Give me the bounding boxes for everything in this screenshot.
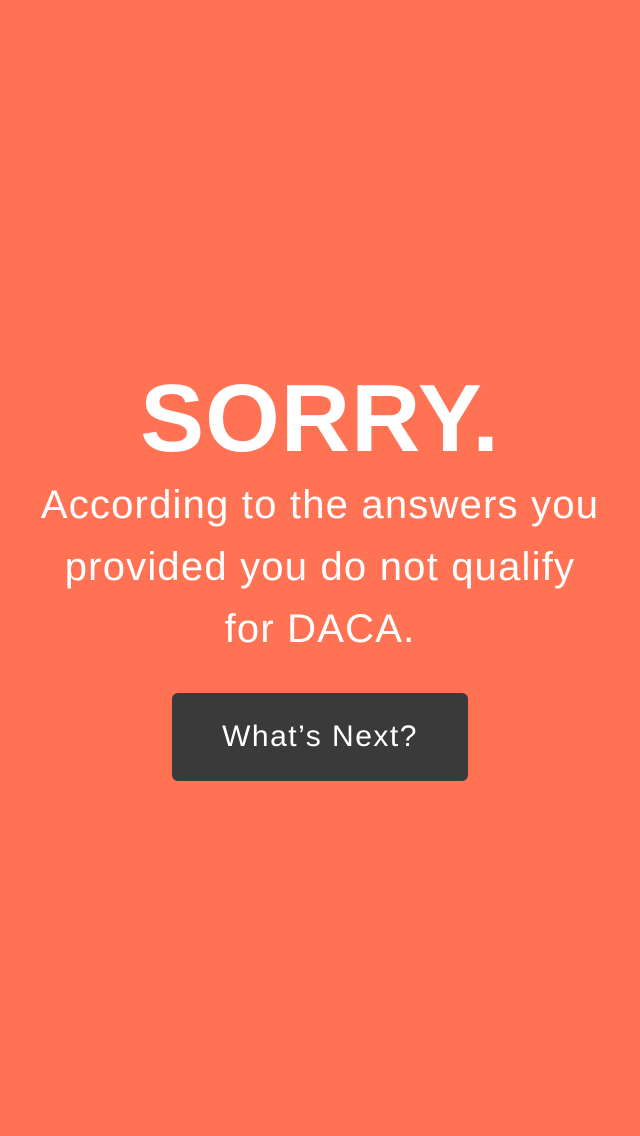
result-headline: SORRY.	[140, 365, 500, 472]
whats-next-button[interactable]: What’s Next?	[172, 693, 468, 781]
result-screen: SORRY. According to the answers you prov…	[0, 0, 640, 1136]
eligibility-message: According to the answers you provided yo…	[40, 483, 600, 651]
result-message-block: SORRY. According to the answers you prov…	[0, 366, 640, 660]
